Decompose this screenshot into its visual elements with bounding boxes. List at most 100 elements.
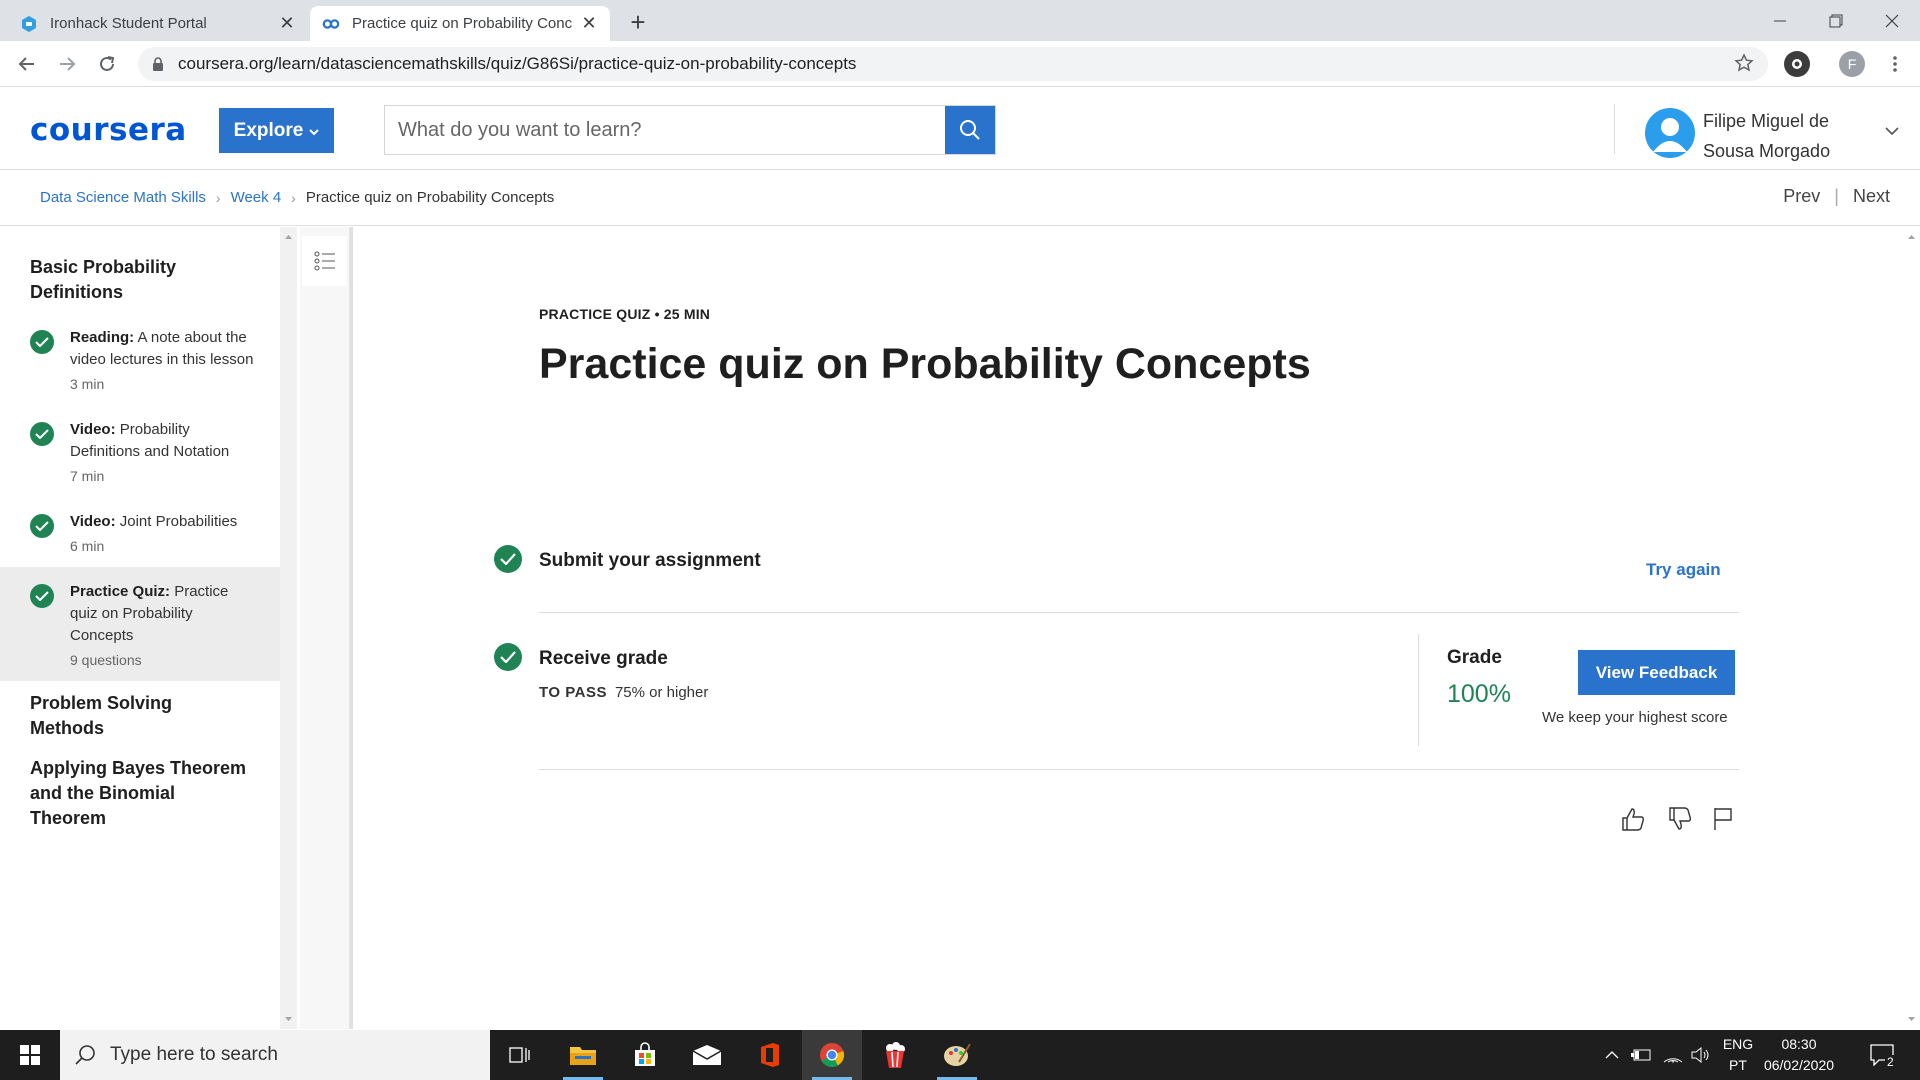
minimize-icon[interactable] (1752, 0, 1808, 41)
item-kind: Video: (70, 513, 116, 530)
submit-complete-check-icon (494, 545, 522, 573)
next-link[interactable]: Next (1853, 186, 1890, 207)
tab-coursera[interactable]: Practice quiz on Probability Conc ✕ (310, 6, 610, 41)
breadcrumb-week[interactable]: Week 4 (231, 189, 282, 206)
tab-title: Ironhack Student Portal (50, 15, 207, 32)
browser-toolbar: coursera.org/learn/datasciencemathskills… (0, 41, 1920, 87)
page-scrollbar[interactable] (1903, 227, 1920, 1029)
sidebar-scrollbar[interactable] (280, 227, 297, 1029)
profile-avatar[interactable]: F (1839, 51, 1865, 77)
input-language[interactable]: ENG PT (1714, 1034, 1762, 1076)
ironhack-favicon-icon (20, 15, 38, 33)
search-input[interactable] (385, 106, 945, 154)
item-kind: Reading: (70, 329, 135, 346)
completed-check-icon (30, 330, 54, 354)
profile-initial: F (1847, 56, 1857, 72)
browser-menu-icon[interactable] (1880, 49, 1910, 79)
system-clock[interactable]: 08:30 06/02/2020 (1758, 1034, 1840, 1076)
user-avatar-icon[interactable] (1645, 108, 1695, 158)
extension-icon[interactable] (1784, 51, 1810, 77)
file-explorer-icon[interactable] (553, 1030, 613, 1080)
new-tab-plus-icon[interactable]: + (624, 8, 652, 36)
to-pass-label: TO PASS (539, 684, 607, 701)
windows-taskbar: Type here to search ENG PT 08:30 06/02/2… (0, 1030, 1920, 1080)
sidebar-item-reading[interactable]: Reading: A note about the video lectures… (0, 313, 280, 405)
item-kicker: PRACTICE QUIZ • 25 MIN (539, 306, 711, 322)
toc-list-icon[interactable] (302, 236, 347, 286)
item-kind: Practice Quiz: (70, 583, 171, 600)
item-title: Joint Probabilities (119, 513, 238, 530)
battery-icon[interactable] (1628, 1030, 1654, 1080)
tab-ironhack[interactable]: Ironhack Student Portal ✕ (8, 6, 308, 41)
chevron-right-icon: › (215, 189, 221, 206)
page-title: Practice quiz on Probability Concepts (539, 340, 1311, 388)
chrome-icon[interactable] (802, 1030, 862, 1080)
clock-time: 08:30 (1781, 1036, 1817, 1052)
item-meta: 3 min (70, 376, 105, 392)
wifi-icon[interactable] (1660, 1030, 1686, 1080)
completed-check-icon (30, 514, 54, 538)
toc-column (300, 227, 350, 1029)
explore-button[interactable]: Explore (219, 108, 334, 153)
sidebar-section-problem-solving[interactable]: Problem Solving Methods (0, 681, 280, 741)
taskbar-search[interactable]: Type here to search (60, 1030, 490, 1080)
search-icon (75, 1045, 95, 1065)
paint-icon[interactable] (927, 1030, 987, 1080)
try-again-link[interactable]: Try again (1646, 560, 1721, 580)
prev-next-nav: Prev | Next (1783, 186, 1890, 207)
restore-icon[interactable] (1808, 0, 1864, 41)
course-outline-sidebar: Basic Probability Definitions Reading: A… (0, 227, 280, 1029)
receive-grade-label: Receive grade (539, 648, 668, 669)
store-icon[interactable] (615, 1030, 675, 1080)
notifications-icon[interactable]: 2 (1862, 1030, 1902, 1080)
address-bar[interactable]: coursera.org/learn/datasciencemathskills… (138, 47, 1768, 81)
office-icon[interactable] (740, 1030, 800, 1080)
reload-icon[interactable] (92, 49, 122, 79)
task-view-icon[interactable] (490, 1030, 550, 1080)
volume-icon[interactable] (1688, 1030, 1714, 1080)
bookmark-star-icon[interactable] (1734, 53, 1754, 78)
notification-count: 2 (1885, 1055, 1896, 1069)
to-pass-requirement: TO PASS 75% or higher (539, 684, 708, 701)
item-meta: 6 min (70, 538, 105, 554)
sidebar-item-practice-quiz[interactable]: Practice Quiz: Practice quiz on Probabil… (0, 567, 280, 681)
lang-primary: ENG (1722, 1036, 1754, 1052)
mail-icon[interactable] (677, 1030, 737, 1080)
thumbs-up-icon[interactable] (1618, 804, 1648, 834)
item-kind: Video: (70, 421, 116, 438)
grade-complete-check-icon (494, 643, 522, 671)
coursera-logo[interactable]: coursera (30, 112, 187, 148)
url-text: coursera.org/learn/datasciencemathskills… (178, 54, 857, 73)
close-tab-icon[interactable]: ✕ (278, 13, 296, 34)
sidebar-item-video-definitions[interactable]: Video: Probability Definitions and Notat… (0, 405, 280, 497)
content-divider (350, 227, 353, 1029)
breadcrumb-course[interactable]: Data Science Math Skills (40, 189, 206, 206)
close-tab-icon[interactable]: ✕ (580, 13, 598, 34)
windows-start-icon[interactable] (0, 1030, 60, 1080)
grade-divider (1418, 634, 1419, 746)
grade-value: 100% (1447, 680, 1511, 708)
thumbs-down-icon[interactable] (1665, 804, 1695, 834)
popcorn-app-icon[interactable] (865, 1030, 925, 1080)
clock-date: 06/02/2020 (1763, 1057, 1835, 1073)
coursera-favicon-icon (322, 15, 340, 33)
search-button[interactable] (945, 106, 995, 154)
view-feedback-button[interactable]: View Feedback (1578, 650, 1735, 695)
user-name[interactable]: Filipe Miguel de Sousa Morgado (1703, 106, 1830, 166)
nav-separator: | (1834, 186, 1839, 206)
tray-chevron-up-icon[interactable] (1600, 1030, 1624, 1080)
back-arrow-icon[interactable] (12, 49, 42, 79)
close-window-icon[interactable] (1864, 0, 1920, 41)
sidebar-section-basic-probability[interactable]: Basic Probability Definitions (0, 227, 280, 305)
forward-arrow-icon[interactable] (52, 49, 82, 79)
breadcrumb-current: Practice quiz on Probability Concepts (305, 189, 555, 206)
user-menu-chevron-icon[interactable] (1884, 123, 1900, 141)
prev-link[interactable]: Prev (1783, 186, 1820, 207)
user-name-line1: Filipe Miguel de (1703, 111, 1830, 131)
chevron-down-icon (309, 120, 320, 142)
sidebar-item-video-joint[interactable]: Video: Joint Probabilities 6 min (0, 497, 280, 567)
flag-icon[interactable] (1708, 804, 1738, 834)
sidebar-section-bayes[interactable]: Applying Bayes Theorem and the Binomial … (0, 741, 280, 831)
to-pass-value: 75% or higher (614, 684, 709, 701)
grade-label: Grade (1447, 647, 1502, 668)
